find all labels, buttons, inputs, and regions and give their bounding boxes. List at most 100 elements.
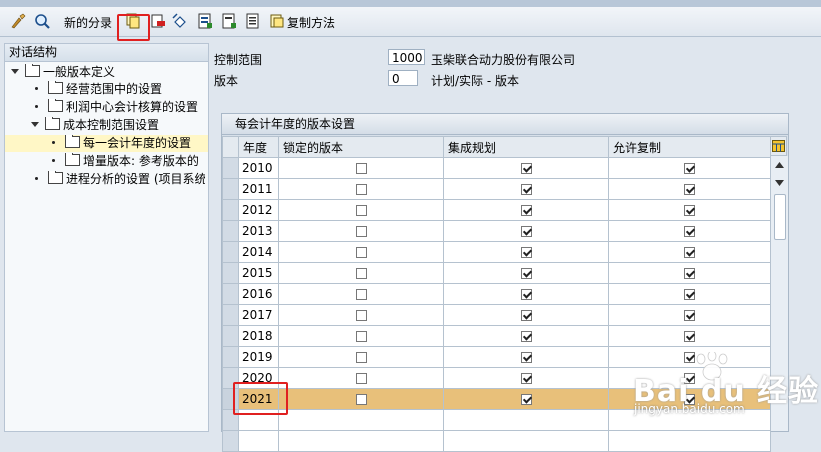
tree-item-fiscal-year-settings[interactable]: 每一会计年度的设置 [5,135,208,152]
integrated-planning-cell[interactable] [443,241,609,263]
copy-allowed-checkbox[interactable] [684,226,695,237]
copy-allowed-cell[interactable] [608,199,771,221]
year-cell[interactable]: 2018 [238,325,279,347]
copy-allowed-cell[interactable] [608,178,771,200]
column-header-year[interactable]: 年度 [238,136,279,158]
table-row-empty[interactable] [222,409,771,431]
locked-version-checkbox[interactable] [355,289,367,300]
tree-item-profit-center[interactable]: 利润中心会计核算的设置 [35,99,198,116]
integrated-planning-cell[interactable] [443,367,609,389]
integrated-planning-cell[interactable] [443,283,609,305]
year-cell[interactable] [238,430,279,452]
table-row[interactable]: 2017 [222,304,771,326]
table-row[interactable]: 2021 [222,388,771,410]
copy-allowed-cell[interactable] [608,283,771,305]
table-row-empty[interactable] [222,430,771,452]
expand-triangle-icon[interactable] [31,122,39,127]
scroll-down-icon[interactable] [775,180,784,186]
new-entries-button[interactable]: 新的分录 [64,14,112,31]
row-selector[interactable] [222,325,239,347]
copy-allowed-cell[interactable] [608,430,771,452]
table-settings-icon[interactable] [770,136,787,156]
row-selector[interactable] [222,262,239,284]
locked-version-cell[interactable] [278,283,444,305]
copy-allowed-checkbox[interactable] [684,373,695,384]
select-block-icon[interactable] [244,12,262,30]
integrated-planning-cell[interactable] [443,304,609,326]
table-scrollbar[interactable] [770,156,788,431]
integrated-planning-checkbox[interactable] [520,184,532,195]
copy-allowed-cell[interactable] [608,262,771,284]
copy-method-button[interactable]: 复制方法 [287,14,335,31]
locked-version-cell[interactable] [278,199,444,221]
locked-version-cell[interactable] [278,157,444,179]
copy-allowed-checkbox[interactable] [684,310,695,321]
copy-allowed-cell[interactable] [608,157,771,179]
locked-version-checkbox[interactable] [355,205,367,216]
copy-allowed-cell[interactable] [608,220,771,242]
row-selector[interactable] [222,199,239,221]
locked-version-checkbox[interactable] [355,268,367,279]
deselect-icon[interactable] [220,12,238,30]
year-cell[interactable]: 2010 [238,157,279,179]
version-field[interactable]: 0 [388,70,418,86]
table-row[interactable]: 2016 [222,283,771,305]
integrated-planning-checkbox[interactable] [520,247,532,258]
copy-allowed-checkbox[interactable] [684,205,695,216]
display-change-icon[interactable] [9,12,27,30]
year-cell[interactable]: 2013 [238,220,279,242]
copy-allowed-checkbox[interactable] [684,331,695,342]
integrated-planning-checkbox[interactable] [520,205,532,216]
copy-method-icon[interactable] [268,12,286,30]
table-row[interactable]: 2010 [222,157,771,179]
row-selector[interactable] [222,346,239,368]
integrated-planning-checkbox[interactable] [520,373,532,384]
copy-allowed-checkbox[interactable] [684,247,695,258]
locked-version-checkbox[interactable] [355,331,367,342]
copy-allowed-checkbox[interactable] [684,268,695,279]
integrated-planning-checkbox[interactable] [520,352,532,363]
table-row[interactable]: 2015 [222,262,771,284]
integrated-planning-cell[interactable] [443,199,609,221]
table-row[interactable]: 2014 [222,241,771,263]
integrated-planning-checkbox[interactable] [520,310,532,321]
tree-item-delta-version[interactable]: 增量版本: 参考版本的 [52,153,199,170]
locked-version-cell[interactable] [278,367,444,389]
row-selector[interactable] [222,220,239,242]
integrated-planning-checkbox[interactable] [520,289,532,300]
row-selector[interactable] [222,430,239,452]
copy-allowed-checkbox[interactable] [684,163,695,174]
integrated-planning-cell[interactable] [443,220,609,242]
column-header-locked[interactable]: 锁定的版本 [278,136,444,158]
locked-version-cell[interactable] [278,325,444,347]
controlling-area-field[interactable]: 1000 [388,49,425,65]
copy-allowed-cell[interactable] [608,388,771,410]
table-row[interactable]: 2019 [222,346,771,368]
expand-triangle-icon[interactable] [11,69,19,74]
integrated-planning-checkbox[interactable] [520,331,532,342]
locked-version-checkbox[interactable] [355,310,367,321]
copy-allowed-cell[interactable] [608,409,771,431]
year-cell[interactable]: 2017 [238,304,279,326]
integrated-planning-cell[interactable] [443,388,609,410]
locked-version-cell[interactable] [278,346,444,368]
year-cell[interactable]: 2014 [238,241,279,263]
row-selector[interactable] [222,157,239,179]
copy-allowed-cell[interactable] [608,304,771,326]
locked-version-cell[interactable] [278,262,444,284]
locked-version-checkbox[interactable] [355,373,367,384]
copy-allowed-cell[interactable] [608,325,771,347]
locked-version-cell[interactable] [278,220,444,242]
locked-version-checkbox[interactable] [355,184,367,195]
copy-allowed-cell[interactable] [608,367,771,389]
copy-allowed-checkbox[interactable] [684,289,695,300]
integrated-planning-cell[interactable] [443,178,609,200]
tree-item-controlling-area[interactable]: 成本控制范围设置 [31,117,159,134]
integrated-planning-cell[interactable] [443,409,609,431]
year-cell[interactable]: 2011 [238,178,279,200]
tree-item-operating-concern[interactable]: 经营范围中的设置 [35,81,162,98]
locked-version-cell[interactable] [278,409,444,431]
table-row[interactable]: 2013 [222,220,771,242]
copy-allowed-checkbox[interactable] [684,184,695,195]
locked-version-checkbox[interactable] [355,394,367,405]
